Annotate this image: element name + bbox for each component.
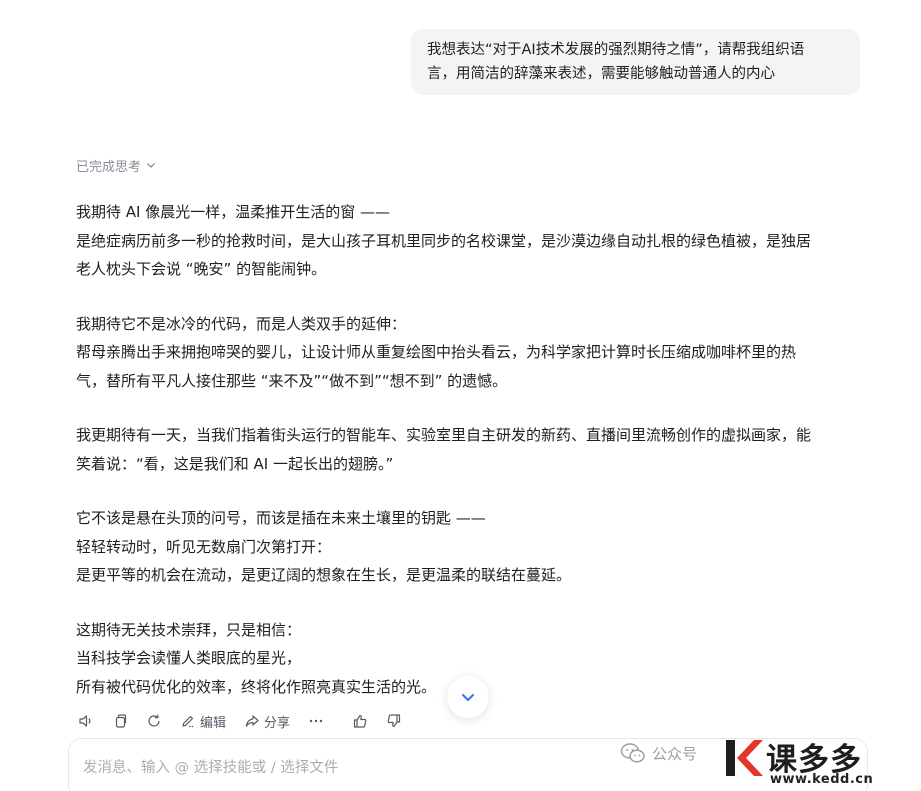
answer-line: 轻轻转动时，听见无数扇门次第打开：	[76, 537, 332, 556]
answer-line: 当科技学会读懂人类眼底的星光，	[76, 649, 302, 667]
answer-line: 老人枕头下会说 “晚安” 的智能闹钟。	[76, 260, 327, 278]
answer-paragraph: 它不该是悬在头顶的问号，而该是插在未来土壤里的钥匙 —— 轻轻转动时，听见无数扇…	[76, 504, 866, 590]
answer-line: 是绝症病历前多一秒的抢救时间，是大山孩子耳机里同步的名校课堂，是沙漠边缘自动扎根…	[76, 231, 812, 250]
user-message-line: 我想表达“对于AI技术发展的强烈期待之情”，请帮我组织语	[427, 42, 805, 58]
copy-button[interactable]	[112, 713, 128, 729]
watermark: 公众号 课多多 www.kedd.cn	[620, 734, 921, 791]
refresh-icon	[148, 714, 160, 727]
answer-line: 这期待无关技术崇拜，只是相信：	[76, 620, 302, 639]
answer-line: 我期待它不是冰冷的代码，而是人类双手的延伸：	[76, 314, 407, 333]
thumbs-down-icon	[387, 714, 401, 728]
answer-line: 是更平等的机会在流动，是更辽阔的想象在生长，是更温柔的联结在蔓延。	[76, 566, 572, 584]
answer-line: 笑着说：“看，这是我们和 AI 一起长出的翅膀。”	[76, 454, 394, 473]
dislike-button[interactable]	[386, 713, 402, 729]
kedd-logo: 课多多 www.kedd.cn	[724, 734, 921, 791]
answer-paragraph: 我更期待有一天，当我们指着街头运行的智能车、实验室里自主研发的新药、直播间里流畅…	[76, 421, 866, 478]
kedd-url: www.kedd.cn	[770, 772, 874, 787]
answer-paragraph: 我期待它不是冰冷的代码，而是人类双手的延伸： 帮母亲腾出手来拥抱啼哭的婴儿，让设…	[76, 310, 866, 396]
more-icon	[309, 719, 323, 723]
chevron-down-icon	[462, 694, 474, 701]
thinking-label: 已完成思考	[76, 159, 142, 175]
more-button[interactable]	[308, 713, 324, 729]
scroll-to-bottom-button[interactable]	[447, 676, 489, 718]
edit-icon	[182, 715, 194, 728]
share-button[interactable]: 分享	[244, 712, 290, 731]
answer-paragraph: 我期待 AI 像晨光一样，温柔推开生活的窗 —— 是绝症病历前多一秒的抢救时间，…	[76, 198, 866, 284]
speaker-icon	[79, 715, 91, 727]
assistant-answer: 我期待 AI 像晨光一样，温柔推开生活的窗 —— 是绝症病历前多一秒的抢救时间，…	[76, 198, 866, 727]
regenerate-button[interactable]	[146, 713, 162, 729]
read-aloud-button[interactable]	[78, 713, 94, 729]
answer-line: 它不该是悬在头顶的问号，而该是插在未来土壤里的钥匙 ——	[76, 509, 486, 527]
user-message-bubble: 我想表达“对于AI技术发展的强烈期待之情”，请帮我组织语 言，用简洁的辞藻来表述…	[411, 29, 860, 95]
edit-button[interactable]: 编辑	[180, 712, 226, 731]
edit-label: 编辑	[200, 715, 227, 731]
answer-line: 我更期待有一天，当我们指着街头运行的智能车、实验室里自主研发的新药、直播间里流畅…	[76, 426, 812, 444]
wechat-watermark: 公众号	[620, 742, 697, 764]
user-message-line: 言，用简洁的辞藻来表述，需要能够触动普通人的内心	[427, 66, 775, 82]
share-icon	[245, 715, 259, 727]
wechat-icon	[620, 743, 645, 763]
composer-placeholder: 发消息、输入 @ 选择技能或 / 选择文件	[83, 760, 339, 776]
answer-line: 我期待 AI 像晨光一样，温柔推开生活的窗 ——	[76, 203, 390, 221]
wechat-text: 公众号	[652, 744, 698, 763]
message-action-bar: 编辑 分享	[78, 710, 420, 732]
share-label: 分享	[264, 715, 291, 731]
like-button[interactable]	[352, 713, 368, 729]
answer-line: 帮母亲腾出手来拥抱啼哭的婴儿，让设计师从重复绘图中抬头看云，为科学家把计算时长压…	[76, 343, 797, 361]
thinking-toggle[interactable]: 已完成思考	[76, 155, 157, 175]
kedd-logo-icon	[726, 740, 763, 776]
chevron-down-icon	[147, 163, 155, 168]
copy-icon	[115, 714, 127, 728]
thumbs-up-icon	[353, 714, 367, 728]
answer-line: 气，替所有平凡人接住那些 “来不及”“做不到”“想不到” 的遗憾。	[76, 371, 508, 390]
